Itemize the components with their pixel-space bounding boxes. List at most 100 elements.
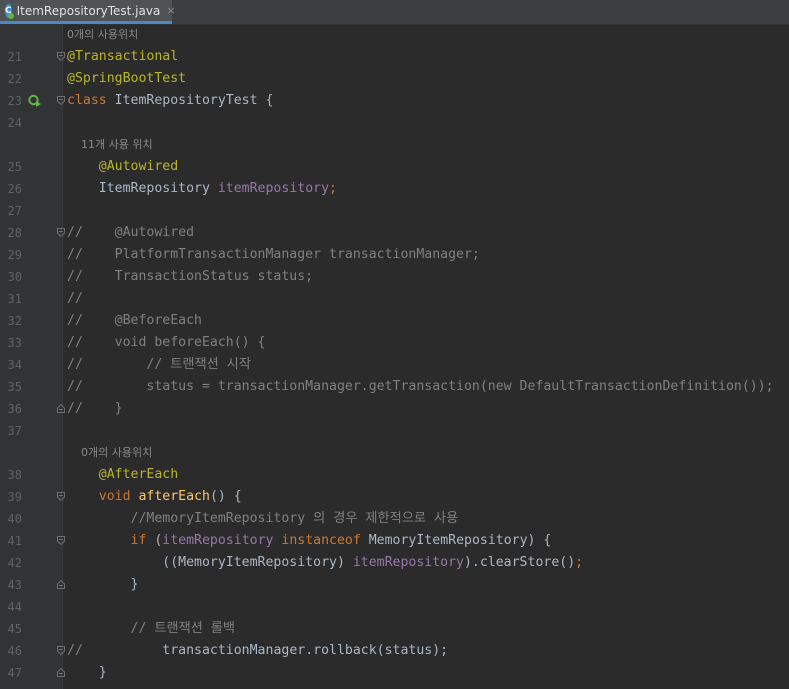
code-text[interactable]: // 트랜잭션 롤백 [67, 618, 236, 640]
code-text[interactable]: // void beforeEach() { [67, 332, 266, 354]
code-token: class [67, 93, 115, 108]
code-line[interactable]: 40 //MemoryItemRepository 의 경우 제한적으로 사용 [0, 508, 789, 530]
usage-hint[interactable]: 0개의 사용위치 [0, 24, 789, 46]
code-text[interactable]: class ItemRepositoryTest { [67, 90, 273, 112]
code-token: () { [209, 489, 242, 504]
code-token: } [67, 665, 107, 680]
code-line[interactable]: 22 @SpringBootTest [0, 68, 789, 90]
fold-marker-icon[interactable] [57, 668, 65, 677]
code-token: @Autowired [67, 159, 179, 174]
code-line[interactable]: 46 // transactionManager.rollback(status)… [0, 640, 789, 662]
code-text[interactable]: // [67, 288, 83, 310]
code-line[interactable]: 31 // [0, 288, 789, 310]
usage-hint-text[interactable]: 0개의 사용위치 [67, 24, 138, 46]
code-text[interactable]: ((MemoryItemRepository) itemRepository).… [67, 552, 583, 574]
code-text[interactable]: // transactionManager.rollback(status); [67, 640, 448, 662]
line-number: 31 [7, 292, 22, 306]
code-text[interactable]: if (itemRepository instanceof MemoryItem… [67, 530, 552, 552]
code-line[interactable]: 29 // PlatformTransactionManager transact… [0, 244, 789, 266]
code-text[interactable]: // // 트랜잭션 시작 [67, 354, 251, 376]
code-text[interactable]: // @Autowired [67, 222, 194, 244]
usage-hint[interactable]: 11개 사용 위치 [0, 134, 789, 156]
code-text[interactable]: //MemoryItemRepository 의 경우 제한적으로 사용 [67, 508, 459, 530]
code-line[interactable]: 32 // @BeforeEach [0, 310, 789, 332]
code-text[interactable]: } [67, 574, 139, 596]
code-line[interactable]: 34 // // 트랜잭션 시작 [0, 354, 789, 376]
code-text[interactable]: @AfterEach [67, 464, 178, 486]
code-text[interactable]: } [67, 662, 107, 684]
code-text[interactable]: // PlatformTransactionManager transactio… [67, 244, 480, 266]
code-line[interactable]: 30 // TransactionStatus status; [0, 266, 789, 288]
code-line[interactable]: 47 } [0, 662, 789, 684]
code-line[interactable]: 27 [0, 200, 789, 222]
code-line[interactable]: 21 @Transactional [0, 46, 789, 68]
line-number: 35 [7, 380, 22, 394]
line-number: 22 [7, 72, 22, 86]
usage-hint[interactable]: 0개의 사용위치 [0, 442, 789, 464]
fold-marker-icon[interactable] [57, 536, 65, 545]
code-editor[interactable]: 0개의 사용위치 21 @Transactional 22 @SpringBootTes… [0, 24, 789, 689]
fold-marker-icon[interactable] [57, 580, 65, 589]
code-line[interactable]: 45 // 트랜잭션 롤백 [0, 618, 789, 640]
code-token: afterEach [138, 489, 210, 504]
code-text[interactable]: @SpringBootTest [67, 68, 186, 90]
code-text[interactable]: ItemRepository itemRepository; [67, 178, 337, 200]
close-icon[interactable]: × [166, 4, 175, 17]
line-number: 42 [7, 556, 22, 570]
code-text[interactable]: @Autowired [67, 156, 178, 178]
tab-item-repository-test[interactable]: C ItemRepositoryTest.java × [0, 0, 176, 24]
run-test-icon[interactable] [28, 94, 42, 108]
code-token: // } [67, 401, 123, 416]
fold-marker-icon[interactable] [57, 52, 65, 61]
code-text[interactable]: // TransactionStatus status; [67, 266, 313, 288]
fold-marker-icon[interactable] [57, 404, 65, 413]
code-token: ItemRepository [67, 181, 218, 196]
code-text[interactable]: void afterEach() { [67, 486, 242, 508]
code-line[interactable]: 26 ItemRepository itemRepository; [0, 178, 789, 200]
code-line[interactable]: 25 @Autowired [0, 156, 789, 178]
code-token: // 트랜잭션 롤백 [67, 621, 236, 636]
code-text[interactable]: // @BeforeEach [67, 310, 202, 332]
code-token: // PlatformTransactionManager transactio… [67, 247, 480, 262]
line-number: 44 [7, 600, 22, 614]
code-line[interactable]: 35 // status = transactionManager.getTran… [0, 376, 789, 398]
code-line[interactable]: 39 void afterEach() { [0, 486, 789, 508]
code-token: // // 트랜잭션 시작 [67, 357, 251, 372]
line-number: 33 [7, 336, 22, 350]
fold-marker-icon[interactable] [57, 492, 65, 501]
fold-marker-icon[interactable] [57, 228, 65, 237]
line-number: 47 [7, 666, 22, 680]
code-text[interactable]: // status = transactionManager.getTransa… [67, 376, 774, 398]
fold-marker-icon[interactable] [57, 646, 65, 655]
code-token: if [67, 533, 155, 548]
line-number: 43 [7, 578, 22, 592]
code-token: ).clearStore() [463, 555, 576, 570]
code-token: } [67, 577, 139, 592]
tab-title: ItemRepositoryTest.java [16, 3, 161, 18]
line-number: 46 [7, 644, 22, 658]
usage-hint-text[interactable]: 11개 사용 위치 [67, 134, 153, 156]
code-text[interactable]: // } [67, 398, 123, 420]
line-number: 40 [7, 512, 22, 526]
code-line[interactable]: 44 [0, 596, 789, 618]
line-number: 45 [7, 622, 22, 636]
fold-marker-icon[interactable] [57, 96, 65, 105]
code-line[interactable]: 36 // } [0, 398, 789, 420]
code-line[interactable]: 28 // @Autowired [0, 222, 789, 244]
code-line[interactable]: 41 if (itemRepository instanceof MemoryI… [0, 530, 789, 552]
java-class-icon: C [5, 3, 14, 19]
code-line[interactable]: 38 @AfterEach [0, 464, 789, 486]
code-line[interactable]: 43 } [0, 574, 789, 596]
usage-hint-text[interactable]: 0개의 사용위치 [67, 442, 152, 464]
line-number: 30 [7, 270, 22, 284]
code-token: @Transactional [67, 49, 179, 64]
code-line[interactable]: 23 class ItemRepositoryTest { [0, 90, 789, 112]
code-line[interactable]: 24 [0, 112, 789, 134]
code-token: // TransactionStatus status; [67, 269, 314, 284]
code-text[interactable]: @Transactional [67, 46, 178, 68]
line-number: 27 [7, 204, 22, 218]
code-line[interactable]: 42 ((MemoryItemRepository) itemRepositor… [0, 552, 789, 574]
code-line[interactable]: 37 [0, 420, 789, 442]
code-token: void [67, 489, 139, 504]
code-line[interactable]: 33 // void beforeEach() { [0, 332, 789, 354]
